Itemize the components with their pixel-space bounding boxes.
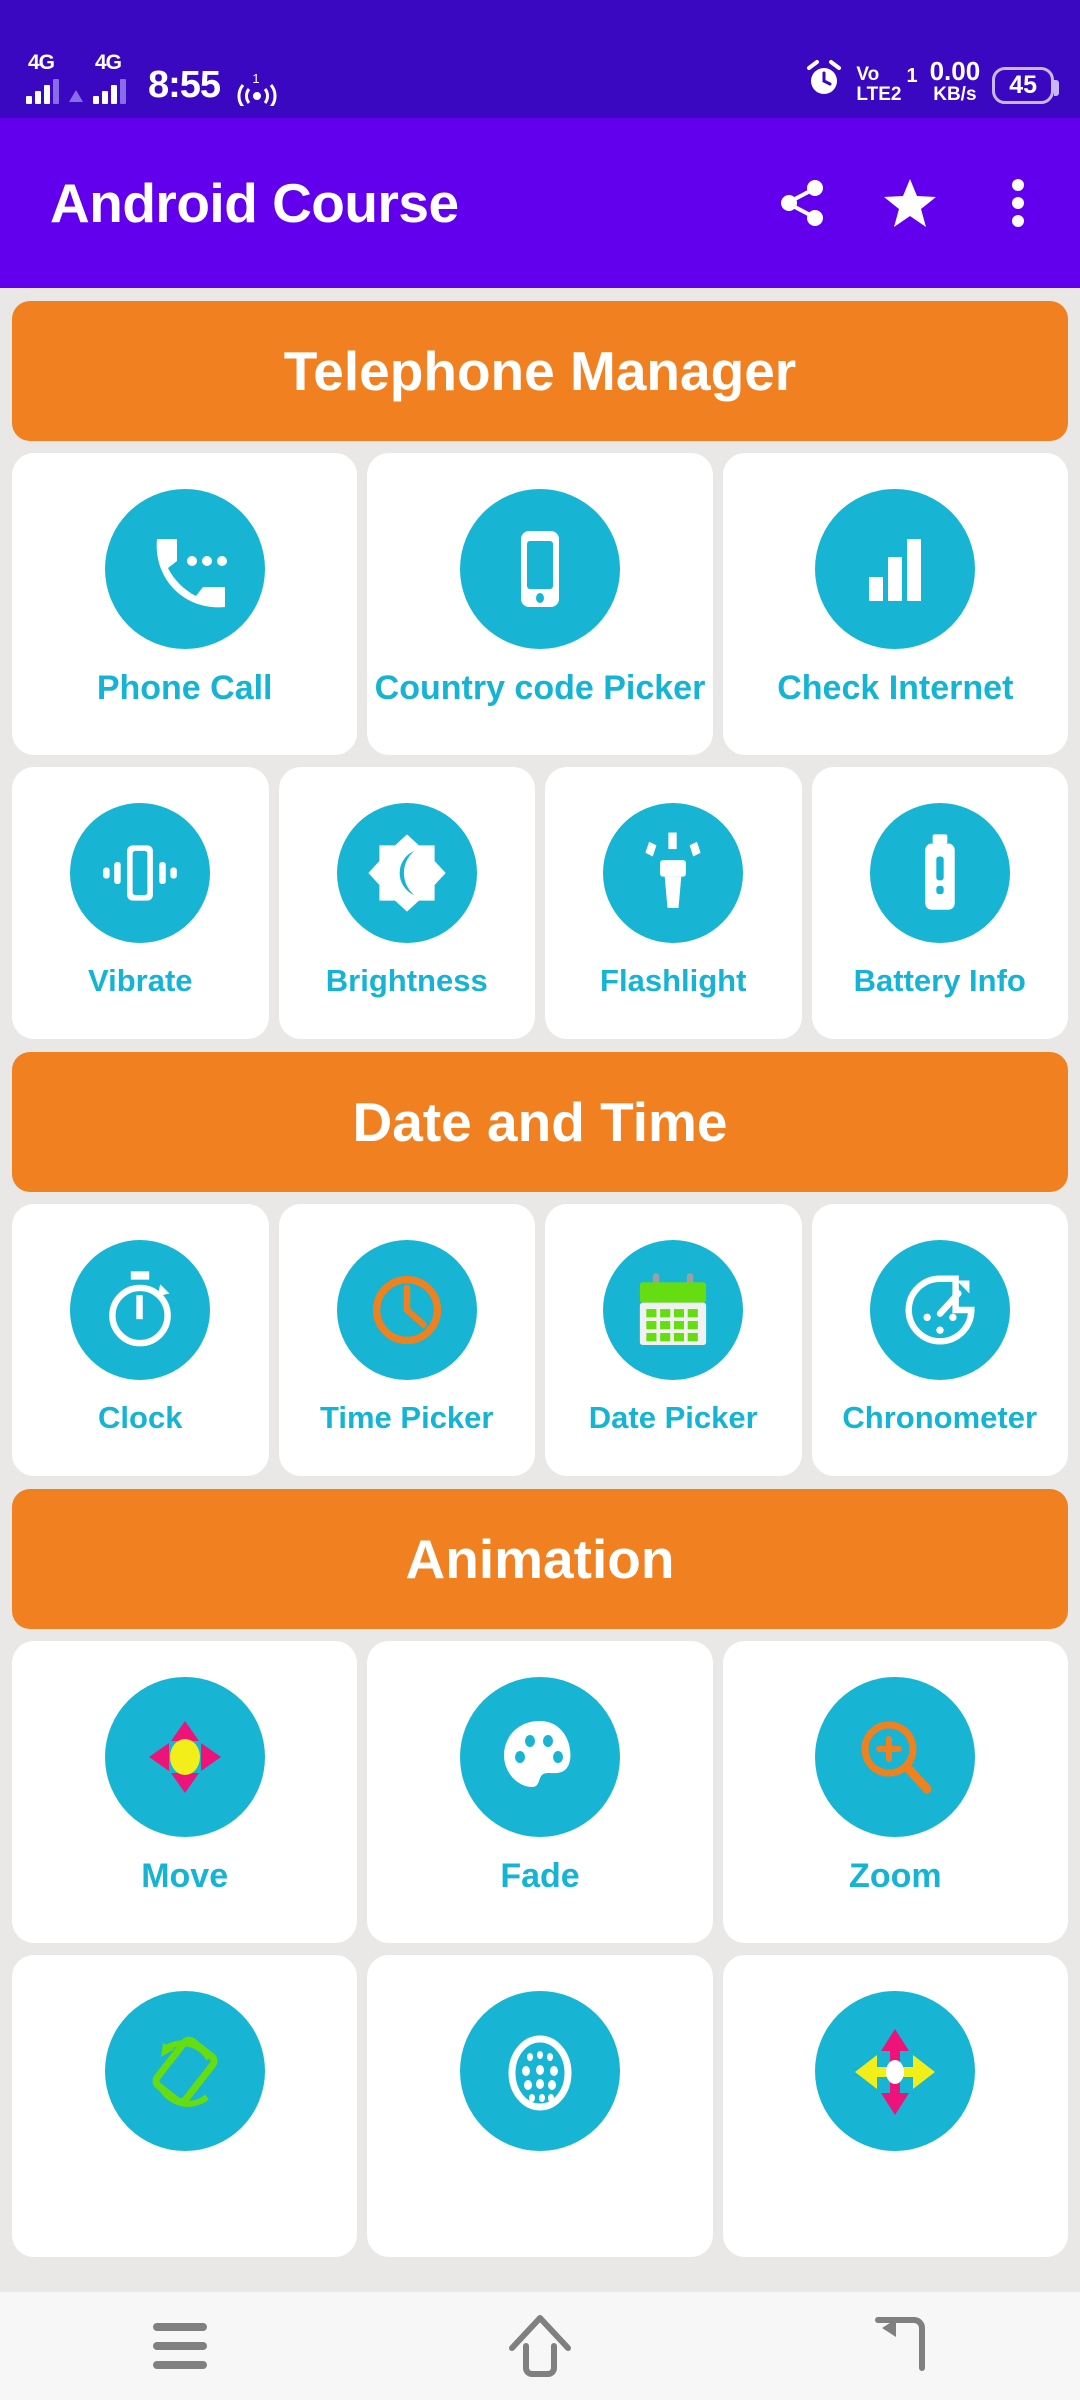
- back-arrow-icon: [875, 2317, 925, 2371]
- signal-bars-sim1-icon: [26, 78, 59, 104]
- page-title: Android Course: [50, 172, 459, 234]
- app-bar-actions: [774, 175, 1046, 231]
- tile-country-code-picker[interactable]: Country code Picker: [367, 453, 713, 755]
- card-row-partial: [12, 1955, 1068, 2257]
- volte-label: Vo: [856, 64, 880, 86]
- magnifier-plus-icon: [815, 1677, 976, 1837]
- section-header-date-and-time: Date and Time: [12, 1052, 1068, 1192]
- tile-label: Flashlight: [600, 963, 747, 998]
- tile-vibrate[interactable]: Vibrate: [12, 767, 269, 1039]
- palette-icon: [459, 1677, 620, 1837]
- blink-dots-icon: [459, 1991, 620, 2151]
- tile-phone-call[interactable]: Phone Call: [12, 453, 358, 755]
- analog-clock-icon: [336, 1240, 477, 1380]
- move-arrows-icon: [104, 1677, 265, 1837]
- tile-label: Date Picker: [588, 1400, 758, 1435]
- share-icon[interactable]: [774, 175, 830, 231]
- section-header-animation: Animation: [12, 1489, 1068, 1629]
- hotspot-icon: 1: [234, 72, 280, 106]
- tile-label: Clock: [98, 1400, 183, 1435]
- rotate-icon: [104, 1991, 265, 2151]
- tile-label: Country code Picker: [374, 669, 706, 707]
- speedometer-icon: [869, 1240, 1010, 1380]
- tile-label: Check Internet: [777, 669, 1014, 707]
- card-row: Move Fade Zoom: [12, 1641, 1068, 1943]
- status-bar-clock: 8:55: [148, 64, 221, 106]
- star-icon[interactable]: [882, 175, 938, 231]
- sim-number-label: 1: [906, 65, 918, 88]
- signal-indicator-sim2: 4G: [93, 52, 126, 104]
- smartphone-icon: [459, 489, 620, 649]
- tile-label: Phone Call: [96, 669, 273, 707]
- card-row: Phone Call Country code Picker Check Int…: [12, 453, 1068, 755]
- volte-indicator: Vo LTE2 1: [856, 65, 917, 104]
- tile-label: Time Picker: [320, 1400, 494, 1435]
- tile-chronometer[interactable]: Chronometer: [811, 1204, 1068, 1476]
- tile-slide[interactable]: [722, 1955, 1068, 2257]
- flashlight-icon: [603, 803, 744, 943]
- scroll-content[interactable]: Telephone Manager Phone Call Country cod…: [0, 288, 1080, 2400]
- tile-zoom[interactable]: Zoom: [722, 1641, 1068, 1943]
- tile-label: Brightness: [325, 963, 488, 998]
- home-button[interactable]: [492, 2298, 588, 2394]
- network-speed-value: 0.00: [929, 56, 981, 87]
- tile-label: Zoom: [849, 1857, 942, 1895]
- status-bar-left: 4G 4G 8:55 1: [26, 52, 280, 106]
- tile-time-picker[interactable]: Time Picker: [278, 1204, 535, 1476]
- app-bar: Android Course: [0, 118, 1080, 288]
- tile-label: Chronometer: [842, 1400, 1038, 1435]
- signal-indicator-sim1: 4G: [26, 52, 59, 104]
- network-type-sim2-label: 4G: [95, 51, 122, 74]
- battery-icon: [869, 803, 1010, 943]
- download-indicator-icon: [69, 90, 83, 102]
- brightness-icon: [336, 803, 477, 943]
- status-bar: 4G 4G 8:55 1 Vo LTE2 1 0.00 KB/s 45: [0, 0, 1080, 118]
- tile-label: Move: [141, 1857, 229, 1895]
- signal-bars-icon: [815, 489, 976, 649]
- tile-label: Fade: [500, 1857, 580, 1895]
- back-button[interactable]: [852, 2298, 948, 2394]
- signal-bars-sim2-icon: [93, 78, 126, 104]
- hamburger-icon: [153, 2323, 207, 2369]
- network-speed-indicator: 0.00 KB/s: [930, 58, 981, 104]
- tile-brightness[interactable]: Brightness: [278, 767, 535, 1039]
- navigation-bar: [0, 2292, 1080, 2400]
- card-row: Vibrate Brightness Flashlight Battery In…: [12, 767, 1068, 1039]
- tile-blink[interactable]: [367, 1955, 713, 2257]
- tile-label: Vibrate: [87, 963, 193, 998]
- status-bar-right: Vo LTE2 1 0.00 KB/s 45: [804, 58, 1059, 104]
- tile-label: Battery Info: [853, 963, 1026, 998]
- battery-percent-badge: 45: [992, 66, 1059, 104]
- overflow-menu-icon[interactable]: [990, 175, 1046, 231]
- tile-fade[interactable]: Fade: [367, 1641, 713, 1943]
- calendar-icon: [603, 1240, 744, 1380]
- tile-battery-info[interactable]: Battery Info: [811, 767, 1068, 1039]
- tile-date-picker[interactable]: Date Picker: [545, 1204, 802, 1476]
- section-header-telephone-manager: Telephone Manager: [12, 301, 1068, 441]
- volte-sub-label: LTE2: [856, 83, 902, 105]
- svg-text:1: 1: [252, 72, 259, 86]
- tile-flashlight[interactable]: Flashlight: [545, 767, 802, 1039]
- network-type-sim1-label: 4G: [28, 51, 55, 74]
- tile-move[interactable]: Move: [12, 1641, 358, 1943]
- slide-arrows-icon: [815, 1991, 976, 2151]
- tile-clock[interactable]: Clock: [12, 1204, 269, 1476]
- tile-check-internet[interactable]: Check Internet: [722, 453, 1068, 755]
- recents-button[interactable]: [132, 2298, 228, 2394]
- network-speed-unit: KB/s: [933, 83, 977, 105]
- phone-call-icon: [104, 489, 265, 649]
- vibrate-icon: [70, 803, 211, 943]
- stopwatch-icon: [70, 1240, 211, 1380]
- card-row: Clock Time Picker Date Picker Chronomete…: [12, 1204, 1068, 1476]
- tile-rotate[interactable]: [12, 1955, 358, 2257]
- home-icon: [509, 2315, 571, 2377]
- alarm-clock-icon: [804, 59, 844, 104]
